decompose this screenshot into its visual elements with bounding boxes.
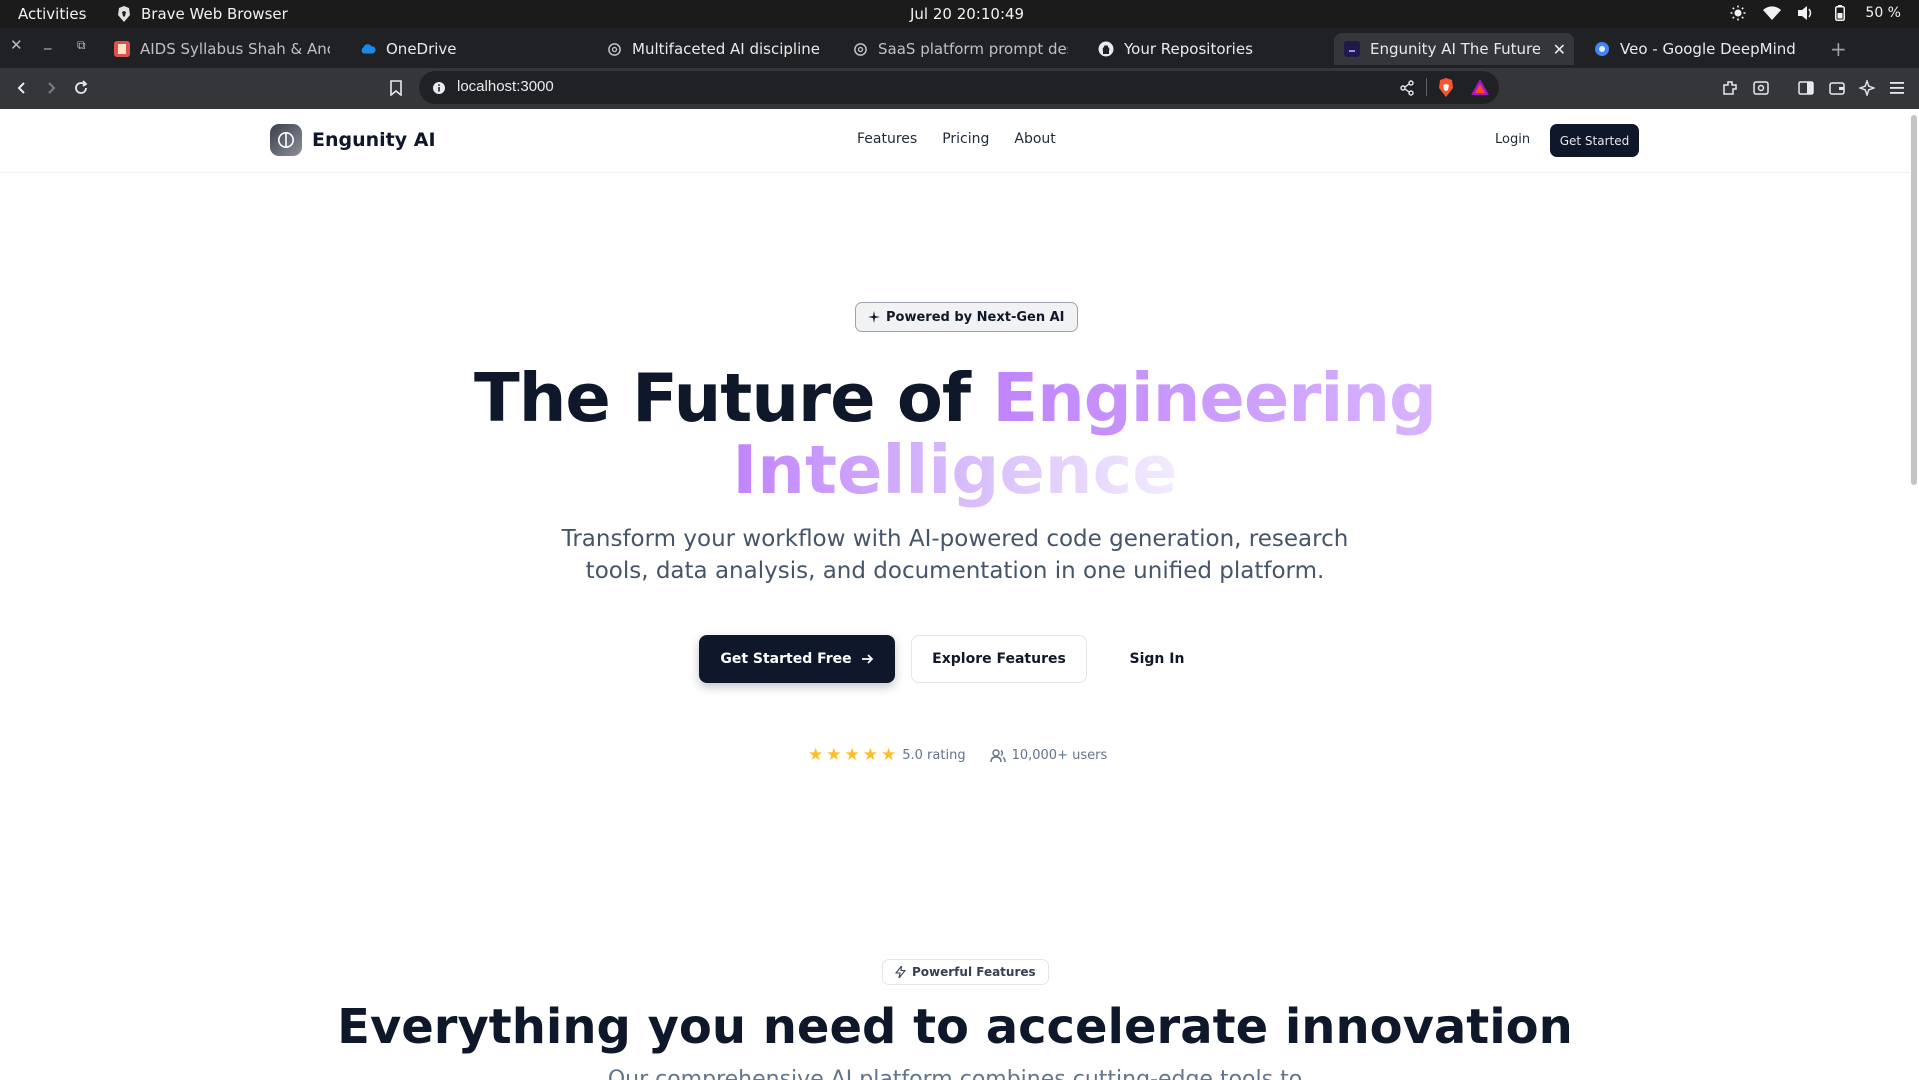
window-restore-icon[interactable]: ⧉ [77, 38, 86, 53]
brightness-icon [1729, 4, 1747, 22]
app-name: Brave Web Browser [141, 5, 288, 23]
rating-stars: ★ ★ ★ ★ ★ [808, 747, 896, 764]
tab-aids-syllabus[interactable]: AIDS Syllabus Shah & Anchor [104, 33, 340, 65]
bookmark-icon[interactable] [386, 78, 406, 98]
users-count: 10,000+ users [989, 748, 1108, 763]
activities-button[interactable]: Activities [18, 5, 86, 23]
sidebar-toggle-icon[interactable] [1796, 78, 1816, 98]
hero-title-accent-engineering: Engineering [992, 359, 1437, 437]
tab-saas-prompt[interactable]: SaaS platform prompt design [842, 33, 1078, 65]
hero-badge-label: Powered by Next-Gen AI [886, 309, 1065, 325]
hero-title: The Future of Engineering [0, 359, 1910, 437]
arrow-right-icon [861, 654, 873, 664]
hero-subtitle: Transform your workflow with AI-powered … [561, 526, 1349, 584]
engunity-logo-icon [270, 124, 302, 156]
get-started-button[interactable]: Get Started [1550, 124, 1639, 157]
tab-onedrive[interactable]: OneDrive [350, 33, 586, 65]
deepmind-icon [1594, 41, 1610, 57]
web-page: Engunity AI Features Pricing About Login… [0, 109, 1919, 1080]
nav-link-about[interactable]: About [1014, 131, 1055, 147]
address-bar[interactable]: localhost:3000 [419, 71, 1499, 104]
nav-link-features[interactable]: Features [857, 131, 917, 147]
features-badge: Powerful Features [882, 959, 1049, 985]
app-menu[interactable]: Brave Web Browser [117, 5, 288, 23]
document-favicon-icon [114, 41, 130, 57]
tab-strip: ✕ _ ⧉ AIDS Syllabus Shah & Anchor OneDri… [0, 28, 1919, 68]
new-tab-icon[interactable]: + [1830, 37, 1847, 61]
rating-text: 5.0 rating [902, 748, 966, 763]
get-started-free-label: Get Started Free [720, 651, 852, 667]
wallet-icon[interactable] [1827, 78, 1847, 98]
star-icon: ★ [844, 745, 860, 765]
star-icon: ★ [862, 745, 878, 765]
features-title: Everything you need to accelerate innova… [337, 999, 1573, 1055]
login-link[interactable]: Login [1495, 132, 1530, 147]
engunity-favicon-icon [1344, 41, 1360, 57]
window-close-icon[interactable]: ✕ [10, 36, 23, 54]
hero-title-line-2: Intelligence [0, 431, 1910, 509]
share-icon[interactable] [1399, 80, 1415, 100]
tab-multifaceted-ai[interactable]: Multifaceted AI discipline [596, 33, 832, 65]
tab-engunity-ai[interactable]: Engunity AI The Future of ✕ [1334, 33, 1574, 65]
battery-icon [1831, 4, 1849, 22]
screenshot-icon[interactable] [1751, 78, 1771, 98]
back-icon[interactable] [12, 78, 32, 98]
brave-lion-icon [118, 6, 130, 22]
social-proof: ★ ★ ★ ★ ★ 5.0 rating 10,000+ users [808, 747, 1107, 764]
wifi-icon [1763, 4, 1782, 22]
forward-icon[interactable] [41, 78, 61, 98]
reload-icon[interactable] [71, 78, 91, 98]
star-icon: ★ [881, 745, 897, 765]
sign-in-button[interactable]: Sign In [1115, 635, 1199, 683]
users-count-text: 10,000+ users [1011, 748, 1108, 763]
features-badge-label: Powerful Features [912, 965, 1036, 979]
nav-link-pricing[interactable]: Pricing [942, 131, 989, 147]
brand-name: Engunity AI [312, 129, 436, 151]
openai-icon [606, 41, 622, 57]
nav-links: Features Pricing About [857, 131, 1056, 147]
clock[interactable]: Jul 20 20:10:49 [910, 5, 1024, 23]
lightning-icon [895, 966, 906, 978]
explore-features-button[interactable]: Explore Features [911, 635, 1087, 683]
extensions-icon[interactable] [1720, 78, 1740, 98]
get-started-free-button[interactable]: Get Started Free [699, 635, 895, 683]
omnibox-divider [1426, 78, 1427, 96]
tab-veo-deepmind[interactable]: Veo - Google DeepMind [1584, 33, 1820, 65]
hero-title-prefix: The Future of [474, 359, 993, 437]
github-icon [1098, 41, 1114, 57]
battery-percent: 50 % [1865, 5, 1901, 21]
brand-link[interactable]: Engunity AI [270, 124, 436, 156]
system-tray[interactable]: 50 % [1729, 4, 1901, 22]
features-subtitle: Our comprehensive AI platform combines c… [607, 1067, 1303, 1080]
menu-icon[interactable] [1887, 78, 1907, 98]
url-text: localhost:3000 [457, 78, 554, 95]
star-icon: ★ [826, 745, 842, 765]
page-scrollbar[interactable] [1911, 115, 1917, 485]
tab-close-icon[interactable]: ✕ [1553, 40, 1566, 59]
openai-icon [852, 41, 868, 57]
volume-icon [1797, 4, 1815, 22]
sparkle-icon [868, 311, 880, 323]
browser-toolbar: localhost:3000 [0, 68, 1919, 109]
brave-rewards-icon[interactable] [1471, 79, 1489, 99]
hero-badge: Powered by Next-Gen AI [855, 302, 1078, 332]
site-navbar: Engunity AI Features Pricing About Login… [0, 109, 1910, 173]
star-icon: ★ [808, 745, 824, 765]
onedrive-cloud-icon [360, 41, 376, 57]
site-info-icon[interactable] [432, 80, 446, 99]
leo-ai-icon[interactable] [1857, 78, 1877, 98]
tab-your-repositories[interactable]: Your Repositories [1088, 33, 1324, 65]
users-icon [989, 748, 1006, 762]
hero-title-accent-intelligence: Intelligence [732, 431, 1178, 509]
brave-shields-icon[interactable] [1437, 78, 1455, 101]
window-minimize-icon[interactable]: _ [44, 32, 52, 50]
system-top-bar: Activities Brave Web Browser Jul 20 20:1… [0, 0, 1919, 28]
